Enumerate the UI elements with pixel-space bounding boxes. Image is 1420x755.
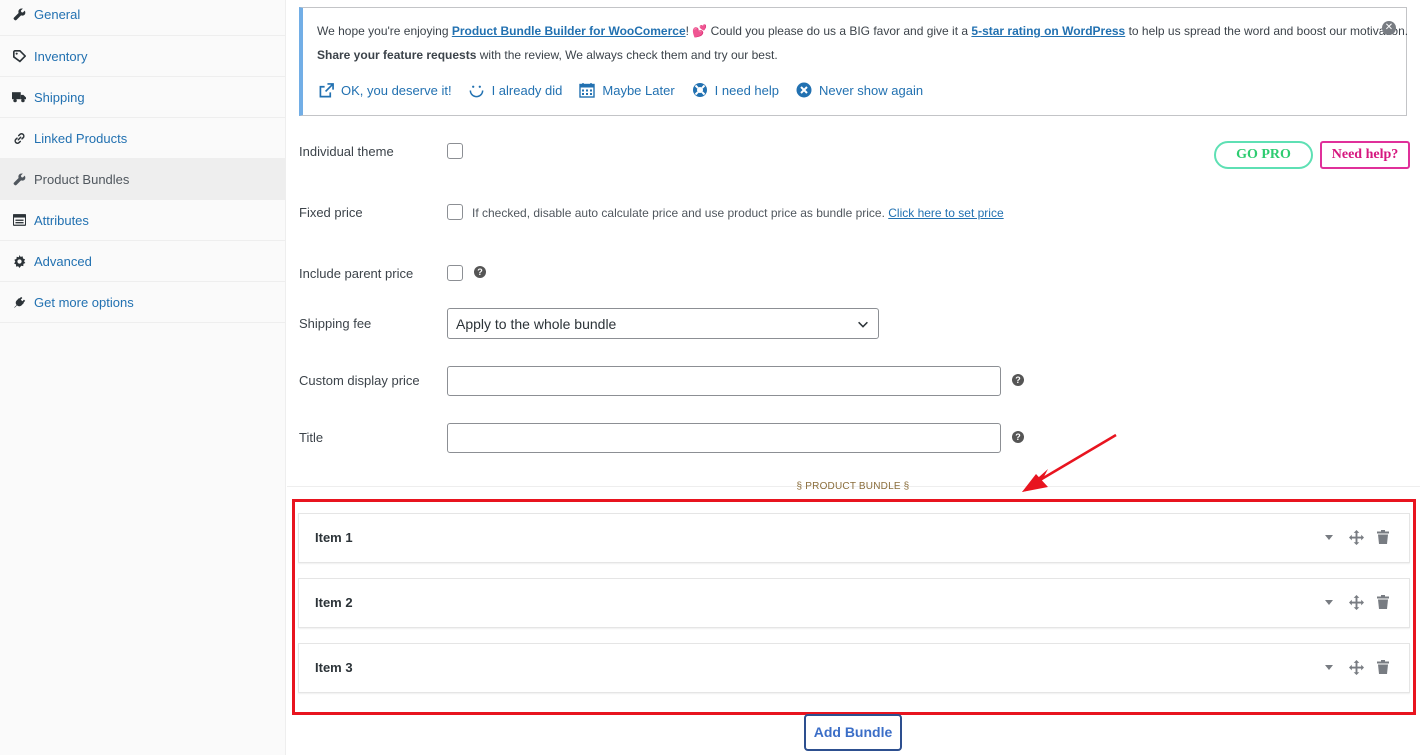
bundle-item-title: Item 2 [315, 595, 353, 610]
bundle-item-tools [1310, 529, 1391, 545]
notice-text: to help us spread the word and boost our… [1125, 24, 1409, 38]
help-icon[interactable]: ? [474, 266, 486, 278]
go-pro-button[interactable]: GO PRO [1214, 141, 1313, 169]
add-bundle-button[interactable]: Add Bundle [804, 714, 902, 751]
sidebar-item-shipping[interactable]: Shipping [0, 77, 285, 118]
move-icon[interactable] [1348, 659, 1364, 675]
caret-down-icon[interactable] [1321, 594, 1337, 610]
notice-text: We hope you're enjoying [317, 24, 452, 38]
title-label: Title [299, 430, 324, 445]
individual-theme-checkbox[interactable] [447, 143, 463, 159]
notice-bold-text: Share your feature requests [317, 48, 477, 62]
shipping-fee-label: Shipping fee [299, 316, 372, 331]
notice-subtext: Share your feature requests with the rev… [317, 48, 778, 62]
include-parent-price-checkbox[interactable] [447, 265, 463, 281]
need-help-button[interactable]: Need help? [1320, 141, 1410, 169]
truck-icon [12, 90, 26, 104]
action-label: OK, you deserve it! [341, 82, 452, 98]
gear-icon [12, 254, 26, 268]
bundle-item-title: Item 3 [315, 660, 353, 675]
annotation-arrow-icon [1022, 433, 1117, 492]
help-icon[interactable]: ? [1012, 374, 1024, 386]
sidebar-item-label: Advanced [34, 253, 92, 269]
action-label: Never show again [819, 82, 924, 98]
title-input[interactable] [447, 423, 1001, 453]
fixed-price-label: Fixed price [299, 205, 363, 220]
already-did-link[interactable]: I already did [468, 81, 563, 99]
notice-text: with the review, We always check them an… [476, 48, 778, 62]
trash-icon[interactable] [1375, 594, 1391, 610]
shipping-fee-select[interactable]: Apply to the whole bundle [447, 308, 879, 339]
description-text: If checked, disable auto calculate price… [472, 206, 889, 220]
product-data-tabs: General Inventory Shipping Linked Produc… [0, 0, 286, 755]
caret-down-icon[interactable] [1321, 659, 1337, 675]
product-bundle-heading: § PRODUCT BUNDLE § [796, 481, 910, 492]
bundle-item-tools [1310, 659, 1391, 675]
notice-message: We hope you're enjoying Product Bundle B… [317, 24, 1408, 38]
notice-actions: OK, you deserve it! I already did Maybe … [317, 81, 939, 99]
move-icon[interactable] [1348, 529, 1364, 545]
bundle-item[interactable]: Item 3 [298, 643, 1410, 693]
bundle-item-tools [1310, 594, 1391, 610]
plugin-link[interactable]: Product Bundle Builder for WooComerce [452, 24, 686, 38]
smile-icon [468, 81, 486, 99]
external-link-icon [317, 81, 335, 99]
sidebar-item-label: Product Bundles [34, 171, 130, 187]
individual-theme-label: Individual theme [299, 144, 394, 159]
link-icon [12, 131, 26, 145]
trash-icon[interactable] [1375, 529, 1391, 545]
maybe-later-link[interactable]: Maybe Later [578, 81, 675, 99]
chevron-down-icon [858, 321, 868, 328]
sidebar-item-label: Inventory [34, 48, 88, 64]
sidebar-item-label: General [34, 7, 81, 22]
wrench-icon [12, 7, 26, 21]
shipping-fee-value: Apply to the whole bundle [456, 315, 617, 332]
custom-display-price-label: Custom display price [299, 373, 420, 388]
review-notice: We hope you're enjoying Product Bundle B… [299, 7, 1408, 116]
sidebar-item-attributes[interactable]: Attributes [0, 200, 285, 241]
move-icon[interactable] [1348, 594, 1364, 610]
action-label: I already did [491, 82, 563, 98]
fixed-price-checkbox[interactable] [447, 204, 463, 220]
fixed-price-description: If checked, disable auto calculate price… [472, 206, 1004, 220]
notice-dismiss-icon[interactable]: ✕ [1382, 21, 1396, 35]
sidebar-item-label: Get more options [34, 294, 134, 310]
never-show-again-link[interactable]: Never show again [795, 81, 923, 99]
sidebar-item-advanced[interactable]: Advanced [0, 241, 285, 282]
lifebuoy-icon [691, 81, 709, 99]
need-help-link[interactable]: I need help [691, 81, 779, 99]
notice-text: ! 💕 Could you please do us a BIG favor a… [685, 24, 972, 38]
sidebar-item-linked-products[interactable]: Linked Products [0, 118, 285, 159]
set-price-link[interactable]: Click here to set price [888, 206, 1003, 220]
plug-icon [12, 295, 26, 309]
custom-display-price-input[interactable] [447, 366, 1001, 396]
action-label: I need help [714, 82, 779, 98]
trash-icon[interactable] [1375, 659, 1391, 675]
sidebar-item-general[interactable]: General [0, 0, 285, 36]
sidebar-item-label: Shipping [34, 89, 85, 105]
caret-down-icon[interactable] [1321, 529, 1337, 545]
tag-icon [12, 49, 26, 63]
action-label: Maybe Later [602, 82, 675, 98]
rating-link[interactable]: 5-star rating on WordPress [971, 24, 1125, 38]
bundle-item-title: Item 1 [315, 530, 353, 545]
sidebar-item-inventory[interactable]: Inventory [0, 36, 285, 77]
sidebar-item-label: Linked Products [34, 130, 128, 146]
sidebar-item-label: Attributes [34, 212, 89, 228]
close-circle-icon [795, 81, 813, 99]
ok-deserve-it-link[interactable]: OK, you deserve it! [317, 81, 452, 99]
list-icon [12, 213, 26, 227]
sidebar-item-product-bundles[interactable]: Product Bundles [0, 159, 285, 200]
bundle-item[interactable]: Item 1 [298, 513, 1410, 563]
sidebar-item-get-more-options[interactable]: Get more options [0, 282, 285, 323]
wrench-icon [12, 172, 26, 186]
include-parent-price-label: Include parent price [299, 266, 414, 281]
bundle-item[interactable]: Item 2 [298, 578, 1410, 628]
calendar-icon [578, 81, 596, 99]
bundle-items-highlight: Item 1 Item 2 Item 3 [292, 499, 1416, 715]
